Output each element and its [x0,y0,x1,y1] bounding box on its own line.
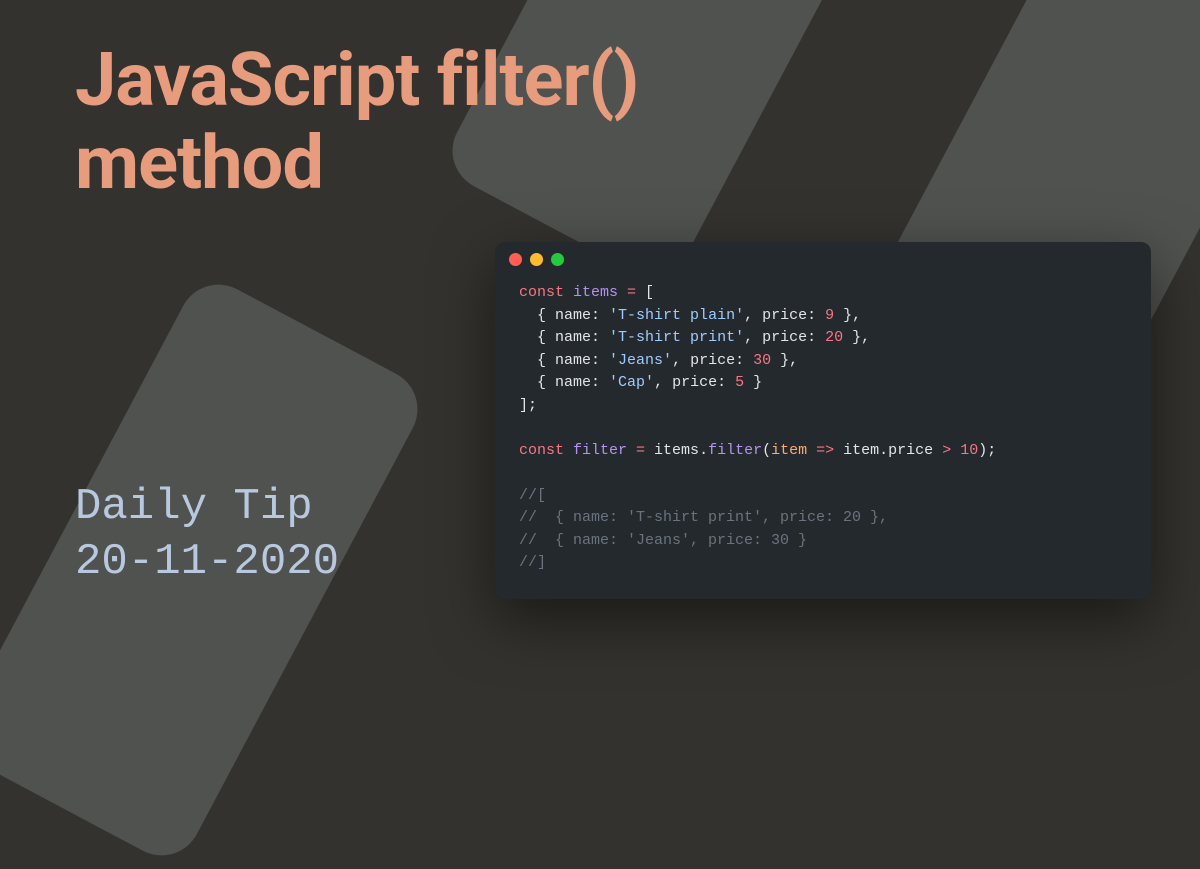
code-token: 20 [825,329,843,346]
page-title: JavaScript filter() method [75,40,835,206]
code-window: const items = [ { name: 'T-shirt plain',… [495,242,1151,599]
code-comment: // { name: 'Jeans', price: 30 } [519,532,807,549]
code-token: => [807,442,843,459]
code-token: name [555,352,591,369]
code-token: name [555,307,591,324]
subtitle-line1: Daily Tip [75,480,339,535]
code-token: , [744,307,762,324]
code-comment: //] [519,554,546,571]
code-token: 9 [825,307,834,324]
code-token: : [591,329,609,346]
code-token: }, [843,329,870,346]
code-body: const items = [ { name: 'T-shirt plain',… [495,276,1151,599]
code-token: = [627,284,645,301]
code-token: name [555,374,591,391]
code-token: const [519,284,564,301]
code-token: 'T-shirt print' [609,329,744,346]
code-token: , [744,329,762,346]
code-token: }, [834,307,861,324]
code-token: : [591,352,609,369]
code-token: 'Cap' [609,374,654,391]
code-token: : [591,374,609,391]
code-token: 5 [735,374,744,391]
code-token: } [744,374,762,391]
code-token: item [843,442,879,459]
subtitle-line2: 20-11-2020 [75,535,339,590]
code-token: }, [771,352,798,369]
code-token: ); [978,442,996,459]
code-token: ]; [519,397,537,414]
code-comment: //[ [519,487,546,504]
code-token: items [564,284,627,301]
code-token: , [654,374,672,391]
code-token: 30 [753,352,771,369]
code-token: ( [762,442,771,459]
subtitle: Daily Tip 20-11-2020 [75,480,339,590]
code-token: { [519,352,555,369]
code-comment: // { name: 'T-shirt print', price: 20 }, [519,509,888,526]
code-token: : [735,352,753,369]
code-token: item [771,442,807,459]
code-token: price [762,307,807,324]
code-token: price [672,374,717,391]
code-token: { [519,374,555,391]
code-token: . [699,442,708,459]
code-token: const [519,442,564,459]
code-token: price [762,329,807,346]
code-token: name [555,329,591,346]
content: JavaScript filter() method Daily Tip 20-… [0,0,1200,630]
code-token: , [672,352,690,369]
code-token: items [654,442,699,459]
code-token: { [519,329,555,346]
code-token: filter [564,442,636,459]
maximize-icon [551,253,564,266]
code-token: 'Jeans' [609,352,672,369]
code-token: . [879,442,888,459]
minimize-icon [530,253,543,266]
code-token: price [888,442,933,459]
code-token: [ [645,284,654,301]
code-token: filter [708,442,762,459]
code-token: > [933,442,960,459]
code-token: 10 [960,442,978,459]
code-token: { [519,307,555,324]
close-icon [509,253,522,266]
code-token: price [690,352,735,369]
code-token: : [717,374,735,391]
code-token: : [591,307,609,324]
code-token: 'T-shirt plain' [609,307,744,324]
code-token: : [807,307,825,324]
code-token: : [807,329,825,346]
code-token: = [636,442,654,459]
window-titlebar [495,242,1151,276]
